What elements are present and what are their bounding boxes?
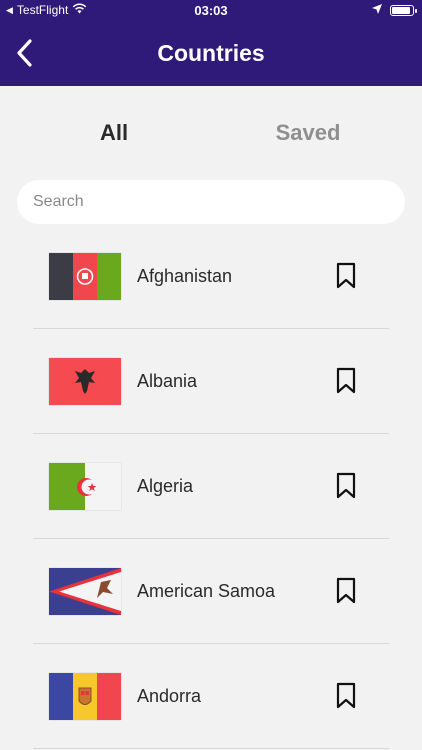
country-name: Albania: [137, 371, 198, 391]
list-item-algeria[interactable]: Algeria: [0, 434, 422, 539]
list-item-afghanistan[interactable]: Afghanistan: [0, 224, 422, 329]
afghanistan-flag: [49, 253, 121, 300]
bookmark-icon[interactable]: [334, 262, 358, 290]
tab-all[interactable]: All: [0, 120, 228, 146]
american-samoa-flag: [49, 568, 121, 615]
country-name: Algeria: [137, 476, 194, 496]
search-input[interactable]: [17, 180, 405, 224]
bookmark-icon[interactable]: [334, 472, 358, 500]
albania-flag: [49, 358, 121, 405]
status-bar: ◀ TestFlight 03:03: [0, 0, 422, 20]
list-item-american-samoa[interactable]: American Samoa: [0, 539, 422, 644]
country-name: American Samoa: [137, 581, 276, 601]
page-title: Countries: [157, 40, 265, 66]
country-name: Andorra: [137, 686, 202, 706]
list-item-albania[interactable]: Albania: [0, 329, 422, 434]
navigation-bar: Countries: [0, 20, 422, 86]
andorra-flag: [49, 673, 121, 720]
algeria-flag: [49, 463, 121, 510]
country-name: Afghanistan: [137, 266, 233, 286]
battery-icon: [390, 4, 417, 16]
status-bar-right: [372, 3, 417, 17]
location-arrow-icon: [372, 3, 382, 17]
bookmark-icon[interactable]: [334, 367, 358, 395]
bookmark-icon[interactable]: [334, 577, 358, 605]
list-item-andorra[interactable]: Andorra: [0, 644, 422, 749]
divider: [33, 748, 389, 749]
bookmark-icon[interactable]: [334, 682, 358, 710]
status-time: 03:03: [194, 3, 228, 18]
segment-tabs: All Saved: [0, 86, 422, 180]
country-list: Afghanistan Albania Algeria American Sam…: [0, 224, 422, 749]
tab-saved[interactable]: Saved: [208, 120, 408, 146]
